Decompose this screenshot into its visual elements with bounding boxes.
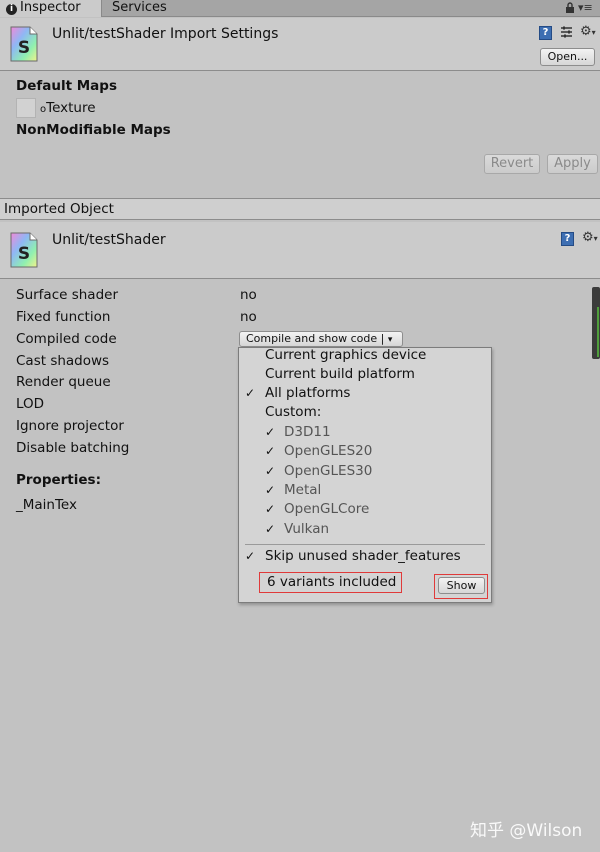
preset-icon[interactable] (560, 25, 573, 43)
svg-text:S: S (18, 244, 30, 264)
render-queue-label: Render queue (16, 374, 111, 390)
imported-object-header (0, 222, 600, 278)
texture-field[interactable]: oTexture (40, 100, 96, 116)
menu-item-label: OpenGLCore (284, 501, 370, 517)
menu-item-label: All platforms (265, 385, 351, 401)
checkmark-icon: ✓ (264, 425, 276, 439)
menu-item-label: D3D11 (284, 424, 331, 440)
compile-show-code-dropdown[interactable]: Compile and show code | ▾ (239, 331, 403, 347)
menu-item-label: Current graphics device (265, 347, 427, 363)
shader-object-icon: S (10, 232, 38, 268)
default-maps-heading: Default Maps (16, 78, 117, 94)
object-help-icon[interactable]: ? (561, 232, 574, 246)
menu-item-current-graphics-device[interactable]: Current graphics device (239, 346, 491, 365)
menu-item-label: Vulkan (284, 521, 330, 537)
settings-gear-icon[interactable]: ⚙▾ (580, 24, 596, 39)
fixed-function-value: no (240, 309, 257, 325)
menu-item-label: Custom: (265, 404, 322, 420)
menu-item-opengles30[interactable]: ✓ OpenGLES30 (239, 462, 491, 481)
object-header-divider (0, 278, 600, 279)
checkmark-icon: ✓ (264, 444, 276, 458)
chevron-down-icon[interactable]: ▾ (388, 335, 393, 345)
compile-dropdown-label: Compile and show code | (246, 332, 385, 345)
menu-item-all-platforms[interactable]: ✓ All platforms (239, 384, 491, 403)
menu-item-current-build-platform[interactable]: Current build platform (239, 365, 491, 384)
revert-button[interactable]: Revert (484, 154, 540, 174)
fixed-function-label: Fixed function (16, 309, 111, 325)
cast-shadows-label: Cast shadows (16, 353, 110, 369)
menu-item-custom: Custom: (239, 403, 491, 422)
tab-inspector-label: Inspector (20, 0, 81, 15)
lod-label: LOD (16, 396, 45, 412)
checkmark-icon: ✓ (244, 386, 256, 400)
show-variants-button[interactable]: Show (438, 577, 485, 594)
menu-item-skip-unused-shader-features[interactable]: ✓ Skip unused shader_features (239, 547, 491, 566)
help-icon[interactable]: ? (539, 26, 552, 40)
menu-icon[interactable]: ▾≡ (578, 1, 593, 14)
menu-item-label: Current build platform (265, 366, 415, 382)
ignore-projector-label: Ignore projector (16, 418, 124, 434)
import-settings-title: Unlit/testShader Import Settings (52, 26, 279, 42)
info-icon: i (6, 4, 17, 15)
surface-shader-label: Surface shader (16, 287, 119, 303)
maintex-label: _MainTex (16, 497, 77, 513)
menu-item-label: Metal (284, 482, 322, 498)
properties-heading: Properties: (16, 472, 101, 488)
open-button[interactable]: Open... (540, 48, 595, 66)
tab-inspector[interactable]: i Inspector (0, 0, 102, 17)
menu-item-vulkan[interactable]: ✓ Vulkan (239, 520, 491, 539)
menu-item-label: Skip unused shader_features (265, 548, 461, 564)
nonmodifiable-maps-heading: NonModifiable Maps (16, 122, 171, 138)
tab-services-label: Services (112, 0, 167, 15)
checkmark-icon: ✓ (264, 464, 276, 478)
variants-count: 6 variants included (259, 572, 402, 593)
header-divider (0, 70, 600, 71)
svg-text:S: S (18, 38, 30, 58)
shader-file-icon: S (10, 26, 38, 62)
checkmark-icon: ✓ (244, 549, 256, 563)
checkmark-icon: ✓ (264, 502, 276, 516)
imported-object-title: Unlit/testShader (52, 232, 166, 248)
disable-batching-label: Disable batching (16, 440, 130, 456)
menu-item-d3d11[interactable]: ✓ D3D11 (239, 423, 491, 442)
texture-slot[interactable] (16, 98, 36, 118)
menu-item-label: OpenGLES30 (284, 463, 373, 479)
texture-label: Texture (46, 100, 96, 116)
watermark: 知乎 @Wilson (470, 821, 583, 841)
object-settings-gear-icon[interactable]: ⚙▾ (582, 230, 598, 245)
compile-platform-menu: Current graphics device Current build pl… (238, 347, 492, 603)
imported-object-bar: Imported Object (0, 198, 600, 220)
checkmark-icon: ✓ (264, 522, 276, 536)
lock-icon[interactable] (565, 2, 575, 16)
compiled-code-label: Compiled code (16, 331, 117, 347)
tab-services[interactable]: Services (106, 0, 173, 17)
menu-item-openglcore[interactable]: ✓ OpenGLCore (239, 500, 491, 519)
menu-item-metal[interactable]: ✓ Metal (239, 481, 491, 500)
checkmark-icon: ✓ (264, 483, 276, 497)
apply-button[interactable]: Apply (547, 154, 598, 174)
scrollbar-thumb[interactable] (592, 287, 600, 359)
menu-item-label: OpenGLES20 (284, 443, 373, 459)
menu-item-opengles20[interactable]: ✓ OpenGLES20 (239, 442, 491, 461)
surface-shader-value: no (240, 287, 257, 303)
menu-divider (245, 544, 485, 545)
